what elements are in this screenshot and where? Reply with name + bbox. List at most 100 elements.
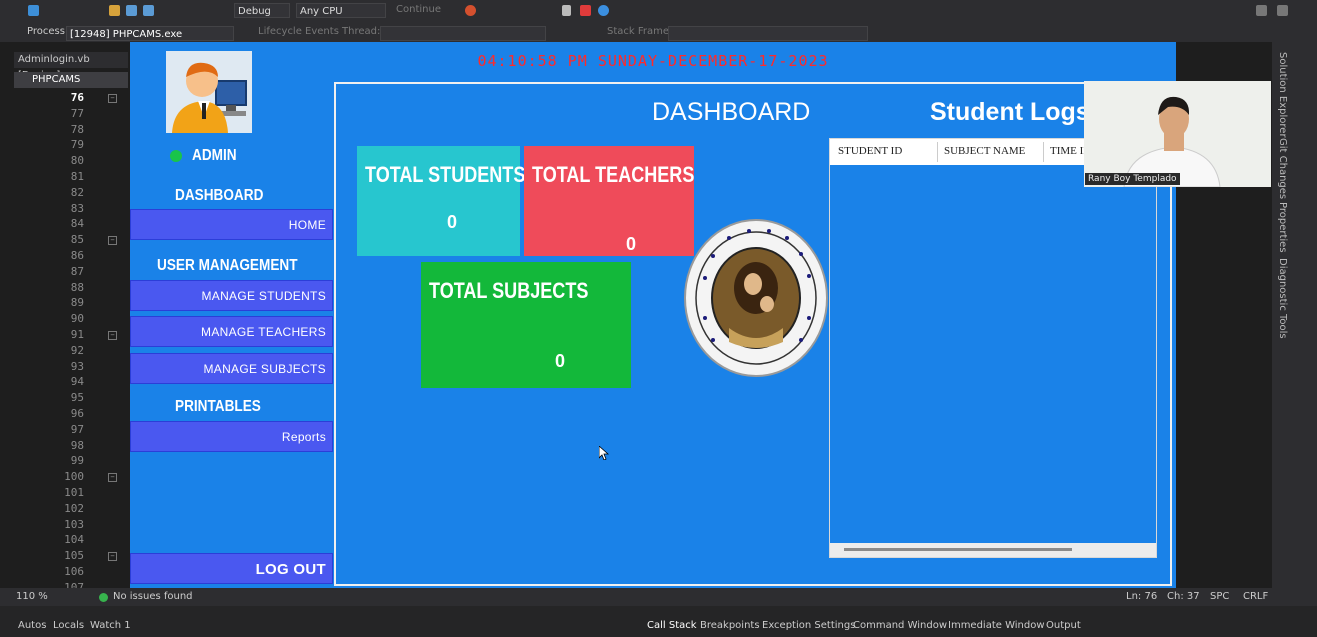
issues-status[interactable]: No issues found	[113, 591, 193, 602]
student-logs-grid[interactable]: STUDENT ID SUBJECT NAME TIME IN	[829, 138, 1157, 558]
line-number: 90	[70, 312, 84, 326]
zoom-level[interactable]: 110 %	[16, 591, 48, 602]
project-selector[interactable]: PHPCAMS	[14, 72, 128, 88]
check-icon	[99, 593, 108, 602]
manage-teachers-button[interactable]: MANAGE TEACHERS	[130, 316, 333, 347]
config-select[interactable]: Debug	[234, 3, 290, 18]
share-icon[interactable]	[1256, 5, 1267, 16]
line-number: 101	[64, 486, 84, 499]
line-number: 103	[64, 517, 84, 531]
process-select[interactable]: [12948] PHPCAMS.exe	[66, 26, 234, 41]
line-number: 97	[70, 422, 84, 436]
fold-toggle-icon[interactable]: −	[108, 473, 117, 483]
tab-locals[interactable]: Locals	[53, 620, 84, 631]
total-students-value: 0	[447, 212, 458, 232]
line-number: 92	[70, 343, 84, 357]
line-number: 76	[70, 91, 84, 104]
continue-button[interactable]: Continue	[396, 4, 441, 19]
tab-output[interactable]: Output	[1046, 620, 1081, 631]
scrollbar-thumb[interactable]	[844, 548, 1072, 551]
fold-toggle-icon[interactable]: −	[108, 331, 117, 340]
section-dashboard: DASHBOARD	[175, 187, 264, 204]
open-folder-icon[interactable]	[109, 5, 120, 16]
line-number: 96	[70, 407, 84, 420]
git-changes-tab[interactable]: Git Changes	[1277, 138, 1288, 199]
total-subjects-value: 0	[555, 351, 566, 371]
manage-subjects-button[interactable]: MANAGE SUBJECTS	[130, 353, 333, 384]
tab-call-stack[interactable]: Call Stack	[647, 620, 697, 631]
fold-toggle-icon[interactable]: −	[108, 236, 117, 246]
diagnostic-tools-tab[interactable]: Diagnostic Tools	[1277, 258, 1288, 339]
fold-toggle-icon[interactable]: −	[108, 94, 117, 103]
section-printables: PRINTABLES	[175, 398, 261, 415]
grid-horizontal-scrollbar[interactable]	[830, 543, 1156, 557]
line-number: 102	[64, 501, 84, 515]
lifecycle-events[interactable]: Lifecycle Events	[258, 26, 339, 37]
thread-label: Thread:	[342, 26, 381, 37]
tab-immediate-window[interactable]: Immediate Window	[948, 620, 1045, 631]
tab-exception-settings[interactable]: Exception Settings	[762, 620, 855, 631]
line-number: 77	[70, 106, 84, 120]
properties-tab[interactable]: Properties	[1277, 202, 1288, 253]
total-subjects-card: TOTAL SUBJECTS 0	[421, 262, 631, 388]
process-label: Process:	[27, 26, 69, 37]
col-student-id[interactable]: STUDENT ID	[838, 145, 902, 157]
col-subject-name[interactable]: SUBJECT NAME	[944, 145, 1025, 157]
stack-frame-select[interactable]	[668, 26, 868, 41]
save-icon[interactable]	[126, 5, 137, 16]
line-number: 100	[64, 470, 84, 484]
university-seal-logo	[683, 218, 829, 378]
editor-status-bar: 110 % No issues found Ln: 76 Ch: 37 SPC …	[0, 588, 1317, 606]
line-number: 82	[70, 185, 84, 199]
line-number: 105	[64, 549, 84, 563]
line-number: 79	[70, 138, 84, 152]
line-number: 86	[70, 249, 84, 262]
total-teachers-value: 0	[626, 234, 637, 254]
online-status-icon	[170, 150, 182, 162]
tool-window-rail: Solution Explorer Git Changes Properties…	[1272, 42, 1317, 590]
line-number-gutter: 76 − 77 78 79 80 81 82 83 84 85 − 86 87 88 89 90 91 − 92 93 9…	[14, 90, 130, 594]
total-teachers-card: TOTAL TEACHERS 0	[524, 146, 694, 256]
line-number: 83	[70, 201, 84, 215]
line-number: 104	[64, 533, 84, 547]
platform-select[interactable]: Any CPU	[296, 3, 386, 18]
thread-select[interactable]	[380, 26, 546, 41]
vs-toolbar: Debug Any CPU Continue	[0, 0, 1317, 22]
restart-icon[interactable]	[598, 5, 609, 16]
debug-windows-panel: Autos Locals Watch 1 Call Stack Breakpoi…	[0, 606, 1317, 637]
debug-location-bar: Process: [12948] PHPCAMS.exe Lifecycle E…	[0, 22, 1317, 42]
line-number: 93	[70, 359, 84, 373]
spacing-indicator[interactable]: SPC	[1210, 591, 1229, 602]
admin-avatar	[166, 51, 252, 133]
line-number: 88	[70, 280, 84, 294]
line-ending-indicator[interactable]: CRLF	[1243, 591, 1268, 602]
new-item-icon[interactable]	[28, 5, 39, 16]
feedback-icon[interactable]	[1277, 5, 1288, 16]
hot-reload-icon[interactable]	[465, 5, 476, 16]
tab-breakpoints[interactable]: Breakpoints	[700, 620, 760, 631]
stack-frame-label: Stack Frame:	[607, 26, 673, 37]
mouse-cursor-icon	[598, 445, 610, 464]
line-number: 106	[64, 565, 84, 578]
fold-toggle-icon[interactable]: −	[108, 552, 117, 562]
reports-button[interactable]: Reports	[130, 421, 333, 452]
document-tab[interactable]: Adminlogin.vb [Design]	[14, 52, 128, 81]
dashboard-title: DASHBOARD	[652, 98, 811, 126]
line-number: 80	[70, 154, 84, 168]
tab-command-window[interactable]: Command Window	[853, 620, 947, 631]
webcam-name-label: Rany Boy Templado	[1085, 173, 1180, 185]
logout-button[interactable]: LOG OUT	[130, 553, 333, 584]
pause-icon[interactable]	[562, 5, 571, 16]
line-number: 91	[70, 328, 84, 341]
save-all-icon[interactable]	[143, 5, 154, 16]
stop-icon[interactable]	[580, 5, 591, 16]
line-number: 87	[70, 264, 84, 278]
clock-label: 04:10:58 PM SUNDAY-DECEMBER-17-2023	[477, 52, 829, 70]
solution-explorer-tab[interactable]: Solution Explorer	[1277, 52, 1288, 138]
manage-students-button[interactable]: MANAGE STUDENTS	[130, 280, 333, 311]
line-number: 89	[70, 296, 84, 310]
home-button[interactable]: HOME	[130, 209, 333, 240]
tab-autos[interactable]: Autos	[18, 620, 46, 631]
total-teachers-label: TOTAL TEACHERS	[532, 162, 695, 187]
tab-watch-1[interactable]: Watch 1	[90, 620, 131, 631]
